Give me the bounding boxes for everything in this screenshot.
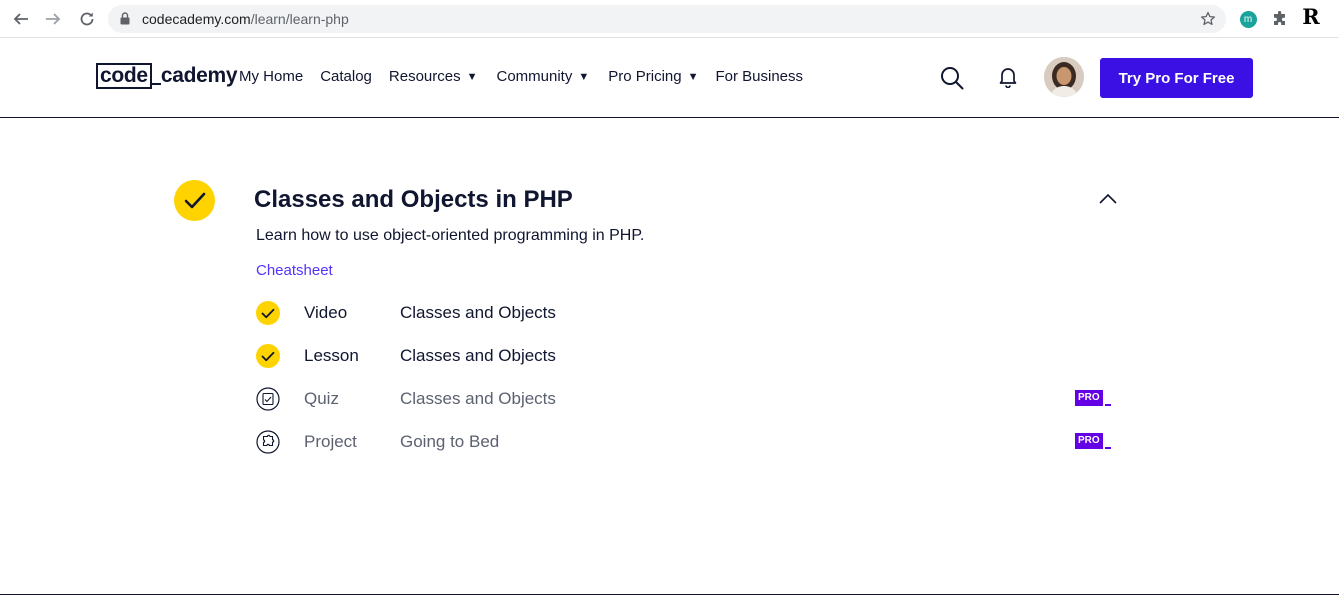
item-name: Classes and Objects: [400, 389, 556, 408]
nav-community[interactable]: Community ▼: [496, 68, 589, 85]
nav-community-label: Community: [496, 68, 573, 85]
logo-code-box: code: [96, 63, 152, 89]
nav-pro-pricing[interactable]: Pro Pricing ▼: [608, 68, 698, 85]
try-pro-button[interactable]: Try Pro For Free: [1100, 58, 1253, 98]
caret-down-icon: ▼: [687, 70, 699, 83]
item-type: Video: [304, 303, 348, 322]
address-bar[interactable]: codecademy.com/learn/learn-php: [108, 5, 1226, 33]
module-completed-check-icon: [174, 180, 215, 221]
divider: [0, 594, 1339, 595]
pro-badge: PRO: [1075, 431, 1111, 449]
item-type: Project: [304, 432, 357, 451]
item-name: Going to Bed: [400, 432, 500, 451]
item-name: Classes and Objects: [400, 346, 556, 365]
nav-catalog[interactable]: Catalog: [320, 68, 372, 85]
list-item[interactable]: Video Classes and Objects: [256, 299, 1116, 327]
caret-down-icon: ▼: [466, 70, 478, 83]
logo-rest: cademy: [160, 64, 238, 87]
site-header: code cademy My Home Catalog Resources ▼ Co…: [0, 38, 1339, 118]
nav-resources-label: Resources: [388, 68, 461, 85]
reload-icon[interactable]: [76, 9, 98, 29]
url-path: /learn/learn-php: [250, 11, 349, 27]
extension-m-icon[interactable]: m: [1238, 9, 1258, 29]
lock-icon: [120, 12, 130, 30]
bookmark-star-icon[interactable]: [1200, 11, 1216, 32]
module-title: Classes and Objects in PHP: [254, 186, 573, 213]
nav-for-business-label: For Business: [715, 68, 804, 85]
extension-m-label: m: [1239, 10, 1257, 28]
pro-badge: PRO: [1075, 388, 1111, 406]
nav-for-business[interactable]: For Business: [715, 68, 803, 85]
logo-cursor: [150, 83, 161, 85]
cheatsheet-link[interactable]: Cheatsheet: [256, 262, 333, 279]
chevron-up-icon[interactable]: [1097, 192, 1119, 210]
list-item[interactable]: Quiz Classes and Objects PRO: [256, 385, 1116, 413]
nav-my-home-label: My Home: [239, 68, 304, 85]
check-icon: [256, 344, 280, 368]
list-item[interactable]: Lesson Classes and Objects: [256, 342, 1116, 370]
pro-badge-cursor: [1104, 404, 1111, 406]
extension-r-icon[interactable]: R: [1301, 4, 1321, 29]
codecademy-logo[interactable]: code cademy: [96, 62, 238, 90]
nav-pro-pricing-label: Pro Pricing: [608, 68, 682, 85]
item-type: Quiz: [304, 389, 339, 408]
project-icon: [256, 430, 280, 454]
extensions-puzzle-icon[interactable]: [1270, 9, 1290, 29]
browser-toolbar: codecademy.com/learn/learn-php m R: [0, 0, 1339, 38]
avatar[interactable]: [1044, 57, 1084, 97]
back-arrow-icon[interactable]: [10, 9, 32, 29]
url-text: codecademy.com/learn/learn-php: [142, 11, 349, 27]
forward-arrow-icon[interactable]: [42, 9, 64, 29]
check-icon: [256, 301, 280, 325]
list-item[interactable]: Project Going to Bed PRO: [256, 428, 1116, 456]
nav-catalog-label: Catalog: [320, 68, 372, 85]
quiz-icon: [256, 387, 280, 411]
caret-down-icon: ▼: [578, 70, 590, 83]
item-type: Lesson: [304, 346, 359, 365]
main-nav: My Home Catalog Resources ▼ Community ▼ Pr…: [239, 68, 803, 85]
url-domain: codecademy.com: [142, 11, 251, 27]
pro-badge-label: PRO: [1075, 433, 1103, 449]
item-name: Classes and Objects: [400, 303, 556, 322]
module-description: Learn how to use object-oriented program…: [256, 227, 645, 244]
bell-icon[interactable]: [998, 66, 1018, 93]
pro-badge-label: PRO: [1075, 390, 1103, 406]
nav-my-home[interactable]: My Home: [239, 68, 303, 85]
search-icon[interactable]: [940, 66, 964, 95]
nav-resources[interactable]: Resources ▼: [389, 68, 478, 85]
pro-badge-cursor: [1104, 447, 1111, 449]
